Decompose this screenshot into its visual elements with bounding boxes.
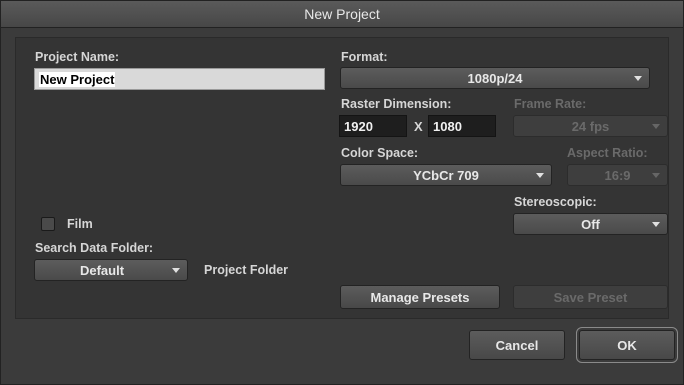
manage-presets-button[interactable]: Manage Presets	[340, 285, 500, 309]
stereoscopic-value: Off	[581, 216, 600, 232]
project-name-input[interactable]: New Project	[34, 68, 325, 90]
film-label: Film	[67, 217, 93, 231]
raster-dimension-label: Raster Dimension:	[341, 97, 452, 111]
stereoscopic-dropdown[interactable]: Off	[513, 213, 668, 235]
chevron-down-icon	[652, 222, 660, 227]
ok-button[interactable]: OK	[576, 327, 678, 363]
film-checkbox[interactable]	[41, 217, 55, 231]
raster-height-value: 1080	[433, 118, 462, 134]
raster-width-input[interactable]: 1920	[339, 115, 407, 137]
frame-rate-value: 24 fps	[571, 118, 610, 134]
cancel-button[interactable]: Cancel	[469, 330, 565, 360]
chevron-down-icon	[652, 124, 660, 129]
save-preset-button[interactable]: Save Preset	[513, 285, 668, 309]
search-data-folder-dropdown[interactable]: Default	[34, 259, 188, 281]
ok-label: OK	[617, 337, 637, 353]
raster-dimension-separator: X	[414, 119, 423, 134]
chevron-down-icon	[652, 173, 660, 178]
chevron-down-icon	[172, 268, 180, 273]
search-data-folder-value: Default	[79, 262, 125, 278]
project-name-label: Project Name:	[35, 50, 120, 64]
stereoscopic-label: Stereoscopic:	[514, 195, 597, 209]
aspect-ratio-label: Aspect Ratio:	[567, 146, 648, 160]
chevron-down-icon	[634, 76, 642, 81]
color-space-label: Color Space:	[341, 146, 419, 160]
window-title: New Project	[304, 6, 380, 22]
frame-rate-label: Frame Rate:	[514, 97, 587, 111]
search-data-folder-label: Search Data Folder:	[35, 241, 154, 255]
format-label: Format:	[341, 50, 388, 64]
color-space-value: YCbCr 709	[413, 167, 479, 183]
new-project-dialog: New Project Project Name: New Project Fi…	[0, 0, 684, 385]
format-value: 1080p/24	[467, 70, 523, 86]
aspect-ratio-value: 16:9	[604, 167, 631, 183]
raster-height-input[interactable]: 1080	[428, 115, 496, 137]
frame-rate-dropdown[interactable]: 24 fps	[513, 115, 668, 137]
aspect-ratio-dropdown[interactable]: 16:9	[567, 164, 668, 186]
raster-width-value: 1920	[344, 118, 373, 134]
project-name-value: New Project	[39, 71, 116, 87]
color-space-dropdown[interactable]: YCbCr 709	[340, 164, 552, 186]
save-preset-label: Save Preset	[553, 289, 628, 305]
window-titlebar: New Project	[1, 1, 683, 28]
cancel-label: Cancel	[495, 337, 539, 353]
manage-presets-label: Manage Presets	[370, 289, 470, 305]
chevron-down-icon	[536, 173, 544, 178]
project-folder-label: Project Folder	[204, 263, 289, 277]
format-dropdown[interactable]: 1080p/24	[340, 67, 650, 89]
